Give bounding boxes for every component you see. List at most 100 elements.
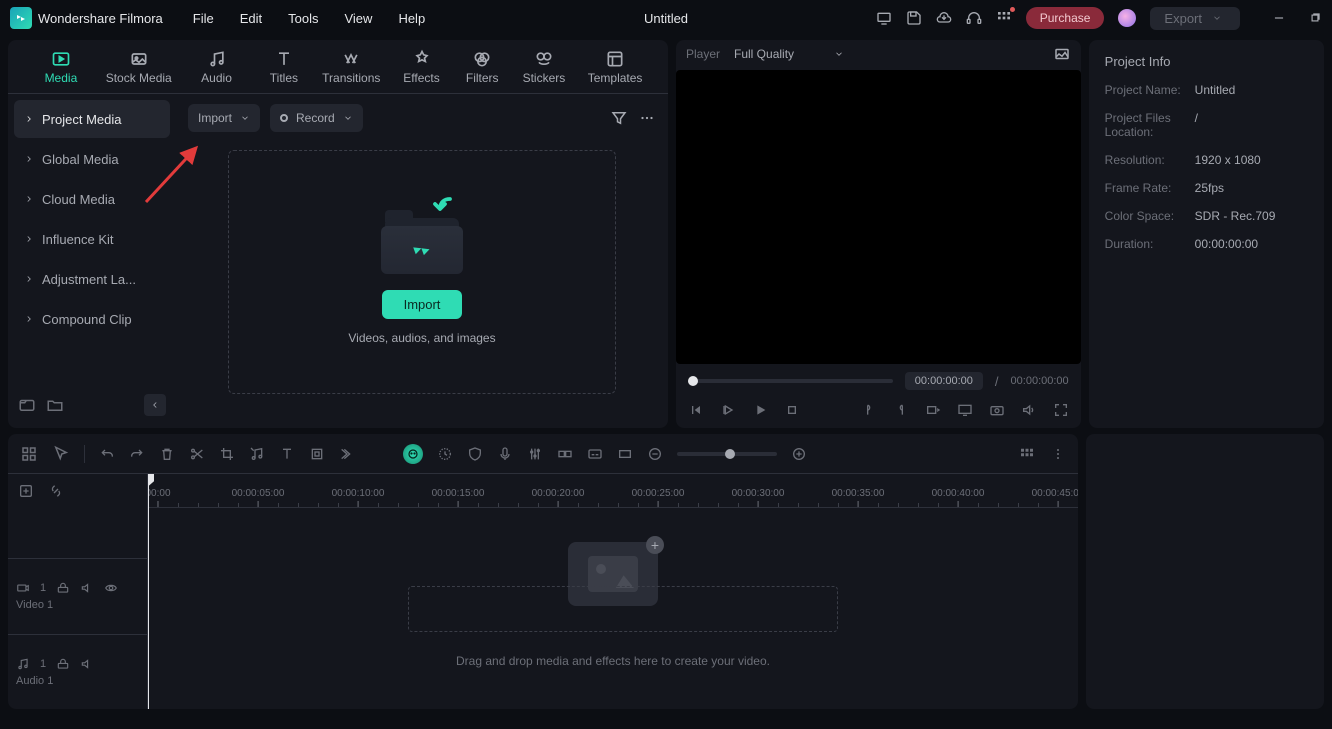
tab-media[interactable]: Media	[22, 49, 100, 85]
tab-templates[interactable]: Templates	[576, 49, 654, 85]
audio-sync-icon[interactable]	[249, 446, 265, 462]
group-icon[interactable]	[557, 446, 573, 462]
category-tabs: Media Stock Media Audio Titles Transitio…	[8, 40, 668, 94]
cloud-icon[interactable]	[936, 10, 952, 26]
menu-view[interactable]: View	[344, 11, 372, 26]
fullscreen-icon[interactable]	[1053, 402, 1069, 418]
mic-icon[interactable]	[497, 446, 513, 462]
track-options-icon[interactable]	[1018, 445, 1036, 463]
ai-tools-icon[interactable]	[403, 444, 423, 464]
tab-stickers[interactable]: Stickers	[512, 49, 577, 85]
zoom-out-icon[interactable]	[647, 446, 663, 462]
cursor-icon[interactable]	[52, 445, 70, 463]
tab-stock-media[interactable]: Stock Media	[100, 49, 178, 85]
media-drop-zone[interactable]: Import Videos, audios, and images	[228, 150, 616, 394]
track-settings-icon[interactable]	[1050, 446, 1066, 462]
playhead[interactable]	[148, 474, 149, 709]
open-folder-icon[interactable]	[46, 396, 64, 414]
shield-icon[interactable]	[467, 446, 483, 462]
drop-zone-hint: Videos, audios, and images	[348, 331, 495, 345]
split-icon[interactable]	[189, 446, 205, 462]
add-track-icon[interactable]	[18, 483, 34, 499]
redo-icon[interactable]	[129, 446, 145, 462]
purchase-button[interactable]: Purchase	[1026, 7, 1105, 29]
more-icon[interactable]	[638, 109, 656, 127]
project-info-panel: Project Info Project Name:Untitled Proje…	[1089, 40, 1324, 428]
grid-view-icon[interactable]	[20, 445, 38, 463]
camera-icon[interactable]	[989, 402, 1005, 418]
sidebar-item-compound-clip[interactable]: Compound Clip	[14, 300, 170, 338]
sidebar-item-cloud-media[interactable]: Cloud Media	[14, 180, 170, 218]
prev-frame-icon[interactable]	[688, 402, 704, 418]
track-headers: 1 Video 1 1 Audio 1	[8, 474, 148, 709]
mixer-icon[interactable]	[527, 446, 543, 462]
collapse-sidebar-icon[interactable]	[144, 394, 166, 416]
playback-quality-dropdown[interactable]: Full Quality	[734, 47, 844, 61]
timeline-ruler[interactable]: 00:0000:00:05:0000:00:10:0000:00:15:0000…	[148, 474, 1078, 508]
aspect-dropdown-icon[interactable]	[925, 402, 941, 418]
apps-icon[interactable]	[996, 10, 1012, 26]
zoom-in-icon[interactable]	[791, 446, 807, 462]
sidebar-item-influence-kit[interactable]: Influence Kit	[14, 220, 170, 258]
menu-tools[interactable]: Tools	[288, 11, 318, 26]
subtitle-icon[interactable]	[587, 446, 603, 462]
mark-in-icon[interactable]	[861, 402, 877, 418]
volume-icon[interactable]	[1021, 402, 1037, 418]
save-icon[interactable]	[906, 10, 922, 26]
play-range-icon[interactable]	[720, 402, 736, 418]
filter-icon[interactable]	[610, 109, 628, 127]
media-panel: Media Stock Media Audio Titles Transitio…	[8, 40, 668, 428]
zoom-slider[interactable]	[677, 452, 777, 456]
export-button[interactable]: Export	[1150, 7, 1240, 30]
tab-effects[interactable]: Effects	[390, 49, 453, 85]
track-head-audio-1[interactable]: 1 Audio 1	[8, 634, 147, 710]
expand-icon[interactable]	[339, 446, 355, 462]
import-button[interactable]: Import	[382, 290, 463, 319]
record-dropdown[interactable]: Record	[270, 104, 363, 132]
tab-transitions[interactable]: Transitions	[312, 49, 390, 85]
link-icon[interactable]	[48, 483, 64, 499]
play-icon[interactable]	[752, 402, 768, 418]
menu-help[interactable]: Help	[398, 11, 425, 26]
track-head-video-1[interactable]: 1 Video 1	[8, 558, 147, 634]
display-icon[interactable]	[876, 10, 892, 26]
mark-out-icon[interactable]	[893, 402, 909, 418]
sidebar-item-global-media[interactable]: Global Media	[14, 140, 170, 178]
tab-filters[interactable]: Filters	[453, 49, 512, 85]
sidebar-item-adjustment-layer[interactable]: Adjustment La...	[14, 260, 170, 298]
player-scrubber[interactable]	[688, 379, 893, 383]
snapshot-icon[interactable]	[1053, 45, 1071, 63]
tab-audio[interactable]: Audio	[178, 49, 256, 85]
display-out-icon[interactable]	[957, 402, 973, 418]
tab-titles[interactable]: Titles	[255, 49, 312, 85]
adjust-icon[interactable]	[309, 446, 325, 462]
delete-icon[interactable]	[159, 446, 175, 462]
import-dropdown[interactable]: Import	[188, 104, 260, 132]
project-info-title: Project Info	[1105, 54, 1308, 69]
ratio-icon[interactable]	[617, 446, 633, 462]
timecode-current[interactable]: 00:00:00:00	[905, 372, 983, 390]
text-icon[interactable]	[279, 446, 295, 462]
headset-icon[interactable]	[966, 10, 982, 26]
video-track-dropzone[interactable]	[408, 586, 838, 632]
lower-info-panel	[1086, 434, 1324, 709]
sidebar-item-project-media[interactable]: Project Media	[14, 100, 170, 138]
app-logo	[10, 7, 32, 29]
timeline-hint: Drag and drop media and effects here to …	[148, 654, 1078, 668]
speed-icon[interactable]	[437, 446, 453, 462]
main-menu: File Edit Tools View Help	[193, 11, 425, 26]
stop-icon[interactable]	[784, 402, 800, 418]
timecode-total: 00:00:00:00	[1011, 375, 1069, 387]
window-minimize-icon[interactable]	[1272, 11, 1286, 25]
window-restore-icon[interactable]	[1308, 11, 1322, 25]
user-avatar[interactable]	[1118, 9, 1136, 27]
timeline-tracks-area[interactable]: 00:0000:00:05:0000:00:10:0000:00:15:0000…	[148, 474, 1078, 709]
player-panel: Player Full Quality 00:00:00:00 / 00:00:…	[676, 40, 1081, 428]
player-label: Player	[686, 47, 720, 61]
crop-icon[interactable]	[219, 446, 235, 462]
new-folder-icon[interactable]	[18, 396, 36, 414]
menu-edit[interactable]: Edit	[240, 11, 262, 26]
app-name: Wondershare Filmora	[38, 11, 163, 26]
undo-icon[interactable]	[99, 446, 115, 462]
menu-file[interactable]: File	[193, 11, 214, 26]
